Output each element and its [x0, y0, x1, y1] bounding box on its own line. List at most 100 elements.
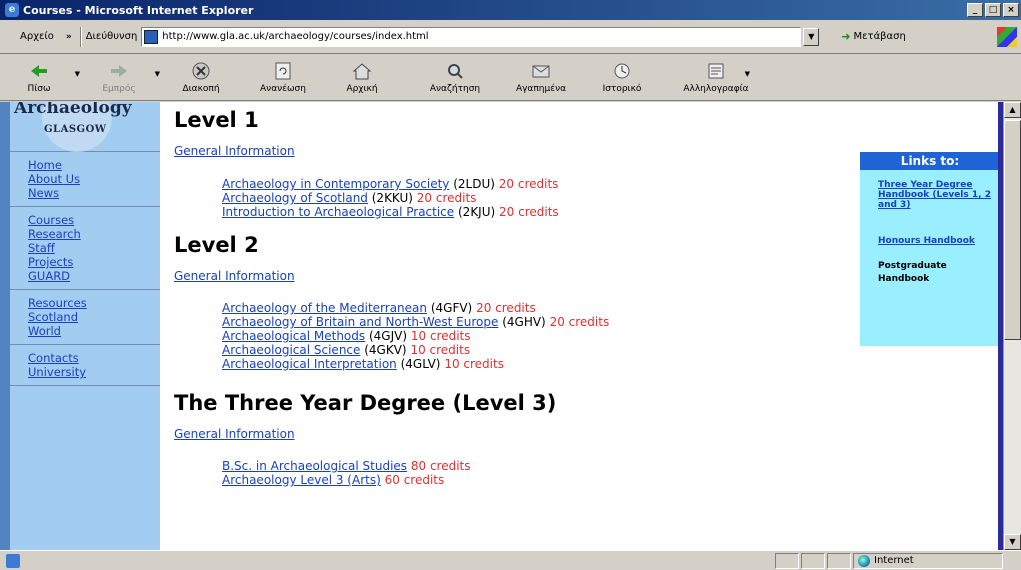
- scroll-up-icon[interactable]: ▲: [1004, 102, 1021, 118]
- logo-title: Archaeology: [14, 102, 132, 118]
- course-link[interactable]: Archaeology of Britain and North-West Eu…: [222, 315, 498, 329]
- list-item: Archaeological Methods (4GJV) 10 credits: [222, 329, 471, 343]
- mail-icon: [706, 62, 726, 80]
- list-item: Archaeology Level 3 (Arts) 60 credits: [222, 473, 445, 487]
- window-controls: _ □ ×: [967, 3, 1019, 17]
- close-button[interactable]: ×: [1003, 3, 1019, 17]
- window-title: Courses - Microsoft Internet Explorer: [23, 3, 254, 17]
- page-icon: [144, 29, 159, 44]
- refresh-icon: [273, 62, 293, 80]
- search-icon: [445, 62, 465, 80]
- section-heading-level-1: Level 1: [174, 108, 259, 132]
- course-link[interactable]: Archaeology Level 3 (Arts): [222, 473, 381, 487]
- course-link[interactable]: Archaeology of the Mediterranean: [222, 301, 427, 315]
- list-item: B.Sc. in Archaeological Studies 80 credi…: [222, 459, 471, 473]
- minimize-button[interactable]: _: [967, 3, 983, 17]
- mail-button[interactable]: Αλληλογραφία ▼: [676, 56, 756, 100]
- page-status-icon: [6, 553, 20, 568]
- web-page: Archaeology GLASGOW Home About Us News C…: [0, 102, 1003, 550]
- general-info-link-level-1[interactable]: General Information: [174, 144, 295, 158]
- course-link[interactable]: B.Sc. in Archaeological Studies: [222, 459, 407, 473]
- section-heading-level-3: The Three Year Degree (Level 3): [174, 391, 557, 415]
- course-link[interactable]: Archaeological Methods: [222, 329, 365, 343]
- nav-group-academic: Courses Research Staff Projects GUARD: [10, 207, 160, 290]
- forward-dropdown-icon[interactable]: ▼: [155, 70, 160, 78]
- course-link[interactable]: Archaeological Interpretation: [222, 357, 397, 371]
- list-item: Archaeology of Scotland (2KKU) 20 credit…: [222, 191, 477, 205]
- list-item: Archaeology of the Mediterranean (4GFV) …: [222, 301, 536, 315]
- refresh-button[interactable]: Ανανέωση: [250, 56, 316, 100]
- nav-resources[interactable]: Resources: [28, 296, 160, 310]
- links-body: Three Year Degree Handbook (Levels 1, 2 …: [860, 170, 1000, 286]
- maximize-button[interactable]: □: [985, 3, 1001, 17]
- favorites-icon: [531, 62, 551, 80]
- go-button[interactable]: ➜ Μετάβαση: [841, 30, 906, 43]
- section-heading-level-2: Level 2: [174, 233, 259, 257]
- course-link[interactable]: Introduction to Archaeological Practice: [222, 205, 454, 219]
- status-cell: [775, 552, 799, 569]
- general-info-link-level-2[interactable]: General Information: [174, 269, 295, 283]
- mail-dropdown-icon[interactable]: ▼: [745, 70, 750, 78]
- menu-overflow-chevron[interactable]: »: [66, 32, 72, 42]
- site-logo[interactable]: Archaeology GLASGOW: [10, 102, 160, 152]
- nav-research[interactable]: Research: [28, 227, 160, 241]
- course-list-level-2: Archaeology of the Mediterranean (4GFV) …: [222, 301, 854, 371]
- nav-world[interactable]: World: [28, 324, 160, 338]
- links-box: Links to: Three Year Degree Handbook (Le…: [860, 152, 1000, 346]
- nav-scotland[interactable]: Scotland: [28, 310, 160, 324]
- nav-about-us[interactable]: About Us: [28, 172, 160, 186]
- zone-label: Internet: [874, 555, 914, 566]
- go-arrow-icon: ➜: [841, 30, 851, 43]
- list-item: Archaeological Science (4GKV) 10 credits: [222, 343, 471, 357]
- honours-handbook-link[interactable]: Honours Handbook: [878, 236, 996, 246]
- nav-news[interactable]: News: [28, 186, 160, 200]
- nav-courses[interactable]: Courses: [28, 213, 160, 227]
- course-list-level-1: Archaeology in Contemporary Society (2LD…: [222, 177, 854, 219]
- back-dropdown-icon[interactable]: ▼: [75, 70, 80, 78]
- course-link[interactable]: Archaeological Science: [222, 343, 360, 357]
- list-item: Archaeology of Britain and North-West Eu…: [222, 315, 610, 329]
- status-cell: [801, 552, 825, 569]
- history-button[interactable]: Ιστορικό: [592, 56, 652, 100]
- favorites-button[interactable]: Αγαπημένα: [506, 56, 576, 100]
- nav-university[interactable]: University: [28, 365, 160, 379]
- address-dropdown-button[interactable]: ▼: [803, 27, 820, 46]
- status-bar: Internet: [0, 550, 1021, 570]
- address-url[interactable]: http://www.gla.ac.uk/archaeology/courses…: [162, 31, 428, 42]
- scroll-down-icon[interactable]: ▼: [1004, 534, 1021, 550]
- stop-button[interactable]: Διακοπή: [168, 56, 234, 100]
- separator: [79, 26, 82, 47]
- home-button[interactable]: Αρχική: [332, 56, 392, 100]
- address-label: Διεύθυνση: [85, 31, 138, 42]
- logo-subtitle: GLASGOW: [44, 124, 107, 135]
- toolbar: Πίσω ▼ Εμπρός ▼ Διακοπή Ανανέωση Αρχική …: [0, 55, 1021, 101]
- ie-logo-icon: e: [5, 3, 19, 17]
- nav-contacts[interactable]: Contacts: [28, 351, 160, 365]
- course-link[interactable]: Archaeology in Contemporary Society: [222, 177, 449, 191]
- back-button[interactable]: Πίσω ▼: [8, 56, 80, 100]
- general-info-link-level-3[interactable]: General Information: [174, 427, 295, 441]
- nav-guard[interactable]: GUARD: [28, 269, 160, 283]
- nav-staff[interactable]: Staff: [28, 241, 160, 255]
- internet-globe-icon: [858, 554, 870, 567]
- forward-button[interactable]: Εμπρός ▼: [88, 56, 160, 100]
- nav-projects[interactable]: Projects: [28, 255, 160, 269]
- nav-home[interactable]: Home: [28, 158, 160, 172]
- main-content: Level 1 General Information Archaeology …: [174, 102, 854, 487]
- search-button[interactable]: Αναζήτηση: [420, 56, 490, 100]
- address-input[interactable]: http://www.gla.ac.uk/archaeology/courses…: [141, 26, 802, 47]
- course-list-level-3: B.Sc. in Archaeological Studies 80 credi…: [222, 459, 854, 487]
- course-link[interactable]: Archaeology of Scotland: [222, 191, 368, 205]
- history-icon: [612, 62, 632, 80]
- nav-group-contacts: Contacts University: [10, 345, 160, 386]
- list-item: Introduction to Archaeological Practice …: [222, 205, 559, 219]
- status-cell: [827, 552, 851, 569]
- list-item: Archaeology in Contemporary Society (2LD…: [222, 177, 559, 191]
- vertical-scrollbar[interactable]: ▲ ▼: [1003, 102, 1021, 550]
- scroll-thumb[interactable]: [1004, 120, 1021, 340]
- file-menu[interactable]: Αρχείο: [20, 31, 54, 42]
- security-zone: Internet: [853, 552, 1003, 569]
- links-title: Links to:: [860, 152, 1000, 170]
- address-bar: Αρχείο » Διεύθυνση http://www.gla.ac.uk/…: [0, 20, 1021, 54]
- three-year-handbook-link[interactable]: Three Year Degree Handbook (Levels 1, 2 …: [878, 180, 996, 210]
